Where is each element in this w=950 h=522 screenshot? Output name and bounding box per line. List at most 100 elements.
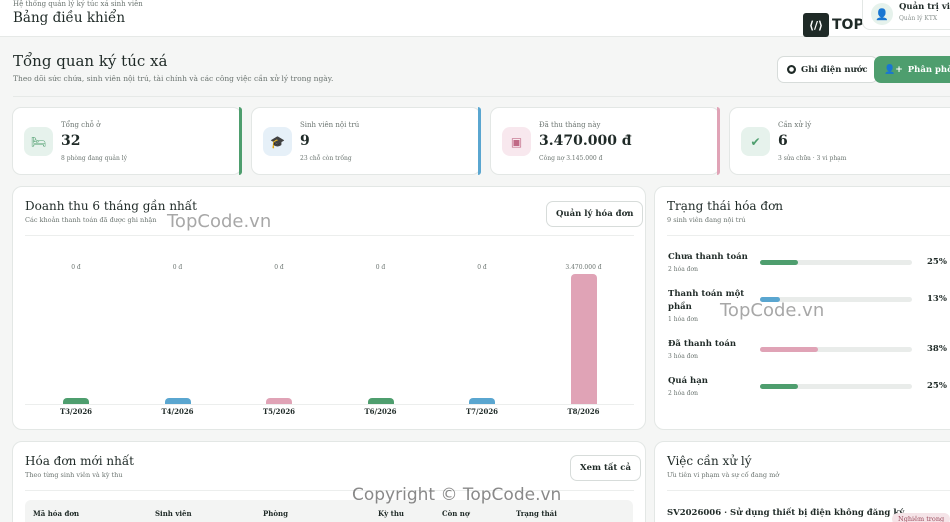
status-progress-track [760,260,912,265]
top-bar: Hệ thống quản lý ký túc xá sinh viên Bản… [0,0,950,37]
stat-value: 9 [300,133,310,149]
revenue-value-label: 0 đ [274,264,284,271]
status-name: Đã thanh toán [668,339,737,349]
stat-card-pending: ✔ Cần xử lý 6 3 sửa chữa · 3 vi phạm [729,107,950,175]
task-severity-badge: Nghiêm trọng [892,513,950,522]
revenue-category-label: T5/2026 [262,407,296,416]
add-user-icon: 👤+ [884,64,903,75]
status-percent: 38% [927,344,947,354]
stat-note: 23 chỗ còn trống [300,155,352,162]
status-progress-track [760,347,912,352]
status-name: Chưa thanh toán [668,252,748,262]
stat-value: 6 [778,133,788,149]
stat-card-collected: ▣ Đã thu tháng này 3.470.000 đ Công nợ 3… [490,107,720,175]
revenue-value-label: 0 đ [477,264,487,271]
column-status[interactable]: Trạng thái [516,509,557,518]
revenue-subtitle: Các khoản thanh toán đã được ghi nhận [25,216,157,224]
chart-baseline [25,404,634,405]
status-percent: 25% [927,381,947,391]
invoice-status-divider [667,235,950,236]
gauge-icon: ● [787,65,796,74]
stat-card-capacity: 🛏 Tổng chỗ ở 32 8 phòng đang quản lý [12,107,242,175]
user-name: Quản trị viên [899,2,950,12]
revenue-bar-T7/2026 [469,398,495,404]
stat-note: Công nợ 3.145.000 đ [539,155,603,162]
revenue-bar-T4/2026 [164,398,191,404]
stat-label: Cần xử lý [778,121,812,129]
column-invoice-id[interactable]: Mã hóa đơn [33,509,79,518]
student-icon: 🎓 [263,127,292,156]
column-room[interactable]: Phòng [263,509,288,518]
topcode-watermark: TopCode.vn [720,300,825,321]
revenue-bar-T3/2026 [63,398,89,404]
revenue-value-label: 0 đ [375,264,386,271]
revenue-bar-T6/2026 [367,398,394,404]
clipboard-check-icon: ✔ [741,127,770,156]
user-avatar-icon: 👤 [871,3,893,25]
revenue-category-label: T8/2026 [567,407,600,416]
revenue-value-label: 3.470.000 đ [565,264,602,271]
stat-accent [239,107,242,175]
revenue-bar-T5/2026 [266,398,292,404]
page-subtitle: Theo dõi sức chứa, sinh viên nội trú, tà… [13,74,334,83]
status-count: 1 hóa đơn [668,316,699,323]
invoice-status-title: Trạng thái hóa đơn [667,199,784,213]
revenue-bar-T8/2026 [570,274,597,404]
column-period[interactable]: Kỳ thu [378,509,404,518]
status-progress-fill [760,384,798,389]
status-count: 2 hóa đơn [668,390,699,397]
user-menu[interactable]: 👤 Quản trị viên Quản lý KTX [862,0,950,30]
revenue-category-label: T4/2026 [161,407,194,416]
tasks-divider [667,490,950,491]
revenue-category-label: T6/2026 [364,407,397,416]
page-title: Tổng quan ký túc xá [13,52,168,70]
invoice-status-subtitle: 9 sinh viên đang nội trú [667,216,746,224]
status-progress-track [760,384,912,389]
assign-room-button[interactable]: 👤+ Phân phòng [874,56,950,83]
status-percent: 25% [927,257,947,267]
wallet-icon: ▣ [502,127,531,156]
status-percent: 13% [927,294,947,304]
revenue-panel: Doanh thu 6 tháng gần nhất Các khoản tha… [12,186,646,430]
stat-note: 8 phòng đang quản lý [61,155,128,162]
status-progress-fill [760,347,818,352]
manage-invoices-button[interactable]: Quản lý hóa đơn [546,201,644,227]
revenue-value-label: 0 đ [71,264,81,271]
stat-label: Tổng chỗ ở [61,121,101,129]
stat-note: 3 sửa chữa · 3 vi phạm [778,155,847,162]
status-progress-fill [760,260,798,265]
revenue-value-label: 0 đ [172,264,183,271]
stat-label: Đã thu tháng này [539,121,601,129]
stat-value: 3.470.000 đ [539,133,632,149]
view-all-label: Xem tất cả [580,463,631,473]
view-all-button[interactable]: Xem tất cả [570,455,641,481]
stat-card-residents: 🎓 Sinh viên nội trú 9 23 chỗ còn trống [251,107,481,175]
status-count: 2 hóa đơn [668,266,699,273]
assign-room-label: Phân phòng [907,64,950,75]
stat-value: 32 [61,133,81,149]
latest-invoices-title: Hóa đơn mới nhất [25,454,134,468]
task-item-title[interactable]: SV2026006 · Sử dụng thiết bị điện không … [667,508,904,518]
tasks-panel: Việc cần xử lý Ưu tiên vi phạm và sự cố … [654,441,950,522]
status-count: 3 hóa đơn [668,353,699,360]
system-label: Hệ thống quản lý ký túc xá sinh viên [13,0,143,8]
user-role: Quản lý KTX [899,15,938,22]
latest-invoices-subtitle: Theo từng sinh viên và kỳ thu [25,471,123,479]
revenue-category-label: T7/2026 [465,407,499,416]
stat-accent [478,107,481,175]
status-name: Quá hạn [668,376,708,386]
column-debt[interactable]: Còn nợ [442,509,470,518]
record-utilities-label: Ghi điện nước [801,64,868,75]
bed-icon: 🛏 [24,127,53,156]
header-divider [13,96,950,97]
stat-label: Sinh viên nội trú [300,121,360,129]
revenue-category-label: T3/2026 [59,407,93,416]
manage-invoices-label: Quản lý hóa đơn [556,209,634,219]
column-student[interactable]: Sinh viên [155,509,192,518]
revenue-divider [25,235,634,236]
stat-accent [717,107,720,175]
tasks-subtitle: Ưu tiên vi phạm và sự cố đang mở [667,471,780,479]
dashboard-title: Bảng điều khiển [13,10,126,26]
record-utilities-button[interactable]: ● Ghi điện nước [777,56,878,83]
topcode-watermark: TopCode.vn [167,211,272,232]
